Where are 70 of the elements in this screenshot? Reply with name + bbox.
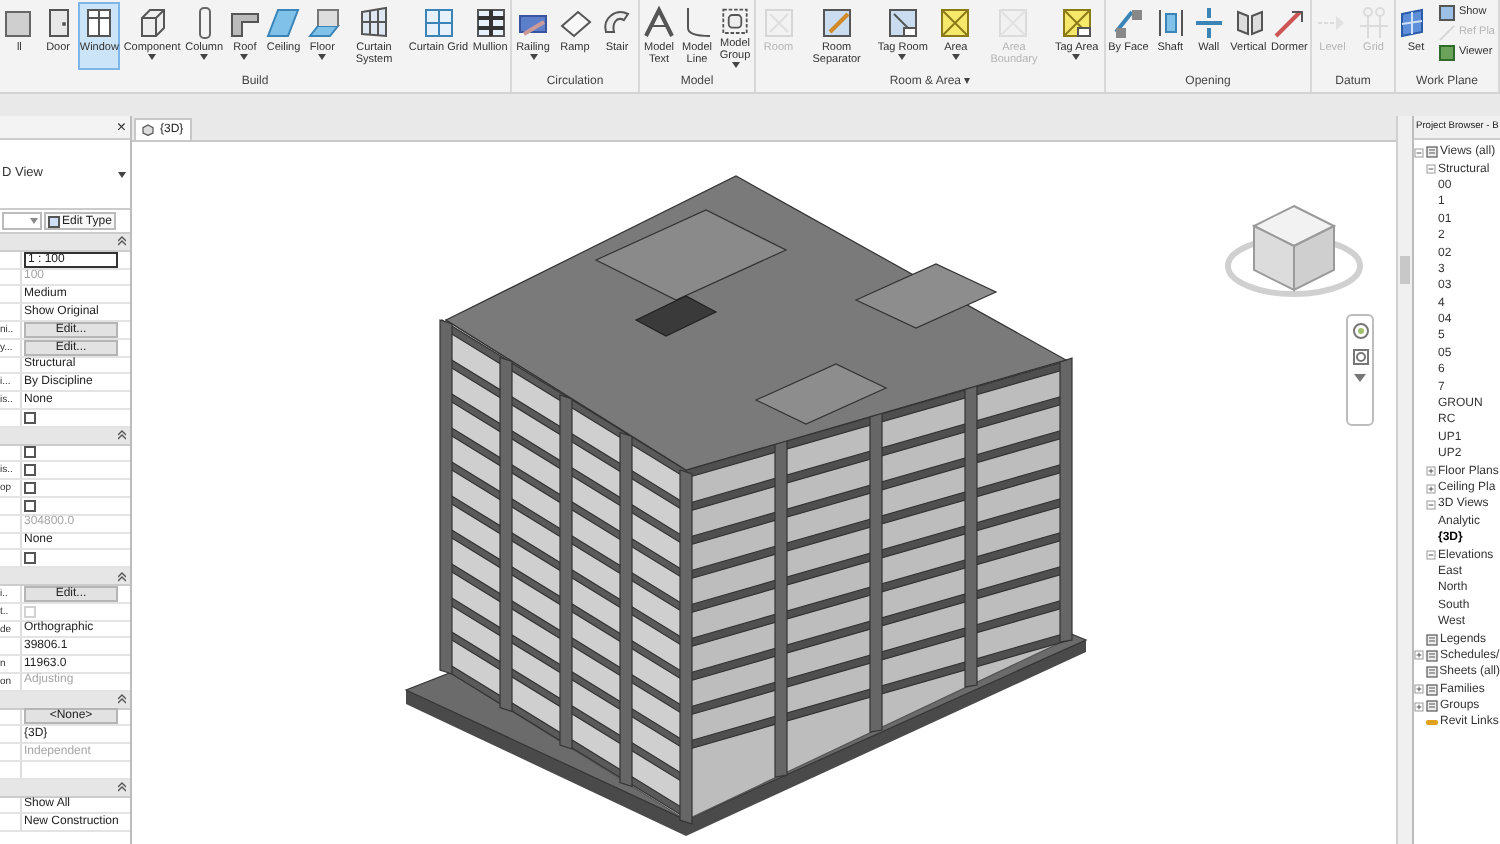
collapse-icon [118,694,126,705]
schedule-icon [1426,649,1438,662]
curtain-system-icon [357,6,391,40]
collapse-icon[interactable] [1414,147,1424,158]
ramp-icon [558,6,592,40]
checkbox[interactable] [24,482,36,495]
checkbox[interactable] [24,446,36,459]
by-face-icon [1111,6,1146,40]
checkbox[interactable] [24,464,36,477]
vertical-opening-icon [1231,6,1266,40]
expand-icon[interactable] [1414,650,1424,661]
wall-opening-icon [1191,6,1226,40]
caret-icon [731,62,739,68]
ceiling-icon [266,6,301,40]
checkbox[interactable] [24,411,36,424]
collapse-icon [118,430,126,441]
viewer-icon [1438,44,1457,62]
expand-icon[interactable] [1414,701,1424,712]
collapse-icon [118,571,126,582]
mullion-icon [473,6,508,40]
close-button[interactable]: × [116,119,126,135]
collapse-icon [118,782,126,793]
caret-icon[interactable] [1354,374,1366,382]
collapse-icon[interactable] [1426,164,1436,175]
caret-icon [148,54,157,60]
caret-icon [898,54,907,60]
grid-line-icon [1356,6,1391,40]
triangle-icon [642,6,676,40]
dormer-icon [1272,6,1307,40]
shaft-icon [1153,6,1188,40]
cube-icon [142,124,154,136]
expand-icon[interactable] [1426,483,1436,493]
ref-plane-icon [1438,24,1457,42]
steering-wheel-icon[interactable] [1351,322,1369,340]
floor-icon [305,6,340,40]
area-boundary-icon [996,6,1031,40]
caret-icon [118,171,126,177]
expand-icon[interactable] [1414,684,1424,695]
area-icon [938,6,973,40]
tag-room-icon [885,6,920,40]
family-icon [1426,683,1438,696]
views-icon [1426,146,1438,159]
legend-icon [1426,633,1438,646]
room-separator-icon [819,6,854,40]
collapse-icon [118,236,126,247]
group-icon [1426,700,1438,713]
caret-icon [1072,54,1081,60]
tag-area-icon [1059,6,1094,40]
caret-icon [200,54,209,60]
caret-icon [951,54,960,60]
type-properties-icon [48,215,60,227]
group-icon [718,6,752,37]
room-icon [761,6,796,40]
box-icon [135,6,170,40]
caret-icon [240,54,249,60]
window-icon [82,6,117,40]
checkbox[interactable] [24,499,36,512]
caret-icon [529,54,537,60]
view-filter-dropdown[interactable] [2,212,42,230]
sheet-icon [1425,666,1438,679]
grid-icon [421,6,456,40]
show-icon [1438,4,1457,22]
view-scrollbar[interactable] [1396,116,1412,844]
expand-icon[interactable] [1426,466,1436,477]
caret-icon [318,54,327,60]
caret-icon [30,218,38,224]
collapse-icon[interactable] [1426,550,1436,561]
zoom-icon[interactable] [1351,348,1369,366]
collapse-icon[interactable] [1426,499,1436,510]
checkbox[interactable] [24,552,36,565]
